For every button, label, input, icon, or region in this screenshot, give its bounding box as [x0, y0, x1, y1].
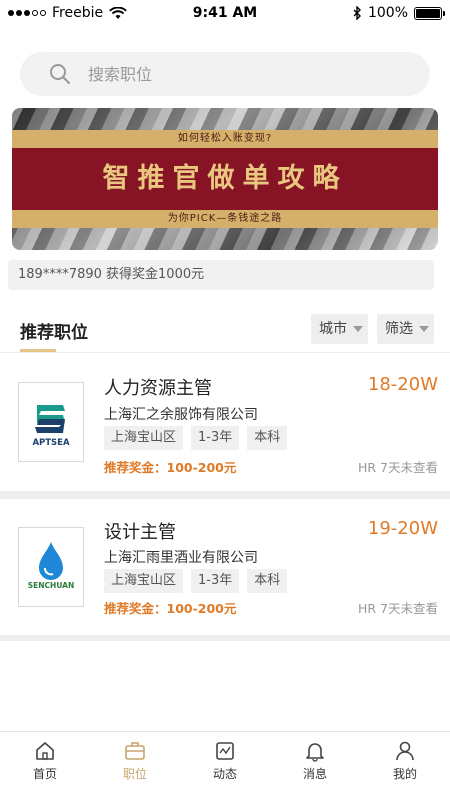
caret-down-icon — [353, 326, 363, 332]
hr-status: HR 7天未查看 — [357, 601, 438, 616]
job-card[interactable]: APTSEA 人力资源主管 18-20W 上海汇之余服饰有限公司 上海宝山区 1… — [0, 353, 450, 493]
job-title: 设计主管 — [104, 522, 176, 543]
tab-jobs-label: 职位 — [122, 767, 147, 781]
tab-activity-label: 动态 — [212, 767, 237, 781]
city-filter-label: 城市 — [319, 321, 347, 337]
tab-home[interactable]: 首页 — [0, 732, 90, 800]
location-tag: 上海宝山区 — [104, 426, 184, 450]
tab-messages-label: 消息 — [302, 767, 327, 781]
banner-main-text: 智推官做单攻略 — [12, 148, 438, 210]
status-bar: Freebie 9:41 AM 100% — [0, 0, 450, 26]
bell-icon — [306, 743, 324, 762]
tab-jobs[interactable]: 职位 — [90, 732, 180, 800]
status-right: 100% — [353, 5, 445, 21]
tag-list: 上海宝山区 1-3年 本科 — [104, 426, 288, 450]
tab-profile[interactable]: 我的 — [360, 732, 450, 800]
aptsea-logo-icon: APTSEA — [32, 405, 70, 448]
banner-band: 如何轻松入账变现? 智推官做单攻略 为你PICK—条钱途之路 — [12, 130, 438, 230]
search-input[interactable] — [88, 64, 388, 84]
company-name: 上海汇之余服饰有限公司 — [104, 407, 258, 423]
user-icon — [396, 741, 414, 761]
bonus-ticker: 189****7890 获得奖金1000元 — [8, 260, 434, 290]
aptsea-logo-text: APTSEA — [32, 438, 70, 448]
company-name: 上海汇雨里酒业有限公司 — [104, 550, 258, 566]
bluetooth-icon — [353, 6, 361, 20]
job-salary: 19-20W — [367, 518, 438, 539]
senchuan-logo-text: SENCHUAN — [28, 581, 75, 590]
briefcase-icon — [125, 742, 145, 760]
card-separator — [0, 491, 450, 499]
company-logo: SENCHUAN — [18, 527, 84, 607]
job-salary: 18-20W — [367, 374, 438, 395]
education-tag: 本科 — [247, 569, 288, 593]
tab-activity[interactable]: 动态 — [180, 732, 270, 800]
battery-icon — [414, 6, 445, 20]
hr-status: HR 7天未查看 — [357, 460, 438, 475]
job-card[interactable]: SENCHUAN 设计主管 19-20W 上海汇雨里酒业有限公司 上海宝山区 1… — [0, 499, 450, 635]
battery-percent: 100% — [367, 5, 408, 21]
search-bar[interactable] — [20, 52, 430, 96]
tab-messages[interactable]: 消息 — [270, 732, 360, 800]
location-tag: 上海宝山区 — [104, 569, 184, 593]
experience-tag: 1-3年 — [191, 426, 240, 450]
job-title: 人力资源主管 — [104, 378, 212, 399]
section-title: 推荐职位 — [20, 323, 88, 343]
banner-top-text: 如何轻松入账变现? — [12, 130, 438, 148]
card-separator — [0, 635, 450, 641]
screen-filter[interactable]: 筛选 — [377, 314, 434, 344]
education-tag: 本科 — [247, 426, 288, 450]
activity-icon — [216, 742, 234, 760]
tab-home-label: 首页 — [32, 767, 57, 781]
tab-bar: 首页 职位 动态 消息 我的 — [0, 731, 450, 800]
screen-filter-label: 筛选 — [385, 321, 413, 337]
referral-bonus: 推荐奖金：100-200元 — [104, 601, 237, 616]
banner-bottom-text: 为你PICK—条钱途之路 — [12, 210, 438, 228]
promo-banner[interactable]: 如何轻松入账变现? 智推官做单攻略 为你PICK—条钱途之路 — [12, 108, 438, 250]
referral-bonus: 推荐奖金：100-200元 — [104, 460, 237, 475]
caret-down-icon — [419, 326, 429, 332]
experience-tag: 1-3年 — [191, 569, 240, 593]
city-filter[interactable]: 城市 — [311, 314, 368, 344]
senchuan-logo-icon: SENCHUAN — [28, 542, 75, 590]
company-logo: APTSEA — [18, 382, 84, 462]
home-icon — [36, 742, 54, 760]
tag-list: 上海宝山区 1-3年 本科 — [104, 569, 288, 593]
tab-profile-label: 我的 — [392, 767, 417, 781]
search-icon — [50, 64, 70, 84]
